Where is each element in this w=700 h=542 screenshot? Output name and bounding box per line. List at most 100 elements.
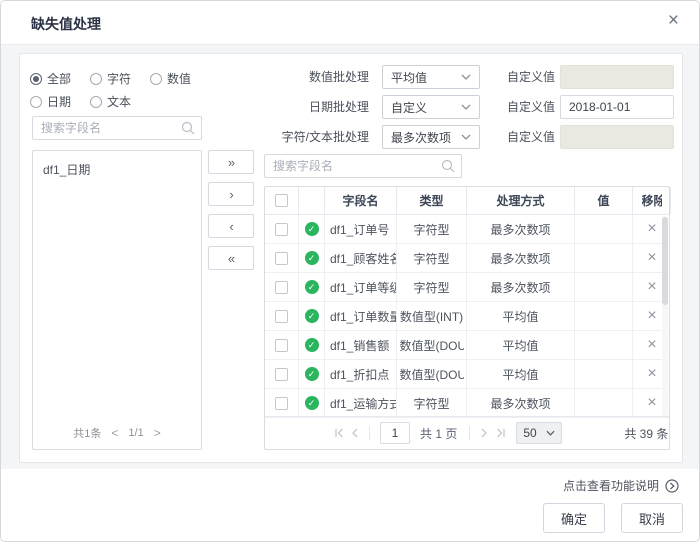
remove-icon[interactable]: × (647, 251, 656, 265)
table-row: ✓ df1_销售额 数值型(DOUBLE) 平均值 × (265, 331, 669, 360)
content-panel: 全部 字符 数值 日期 文本 (19, 53, 683, 463)
radio-char[interactable]: 字符 (90, 70, 150, 87)
circle-arrow-right-icon (665, 479, 679, 493)
radio-label: 字符 (107, 70, 131, 87)
cell-field: df1_订单等级 (325, 273, 397, 301)
radio-date[interactable]: 日期 (30, 93, 90, 110)
status-column-header (299, 187, 325, 214)
table-search-input[interactable] (273, 159, 441, 173)
radio-label: 全部 (47, 70, 71, 87)
cell-field: df1_折扣点 (325, 360, 397, 388)
select-value: 平均值 (391, 69, 427, 86)
radio-icon (90, 73, 102, 85)
table-row: ✓ df1_运输方式 字符型 最多次数项 × (265, 389, 669, 418)
list-item[interactable]: df1_日期 (33, 151, 201, 184)
move-right-button[interactable]: › (208, 182, 254, 206)
char-text-batch-label: 字符/文本批处理 (264, 125, 369, 149)
move-left-button[interactable]: ‹ (208, 214, 254, 238)
radio-icon (30, 96, 42, 108)
dialog-body: 全部 字符 数值 日期 文本 (1, 45, 700, 469)
search-icon (441, 159, 455, 173)
row-checkbox[interactable] (275, 252, 288, 265)
cell-value (575, 215, 633, 243)
value-column-header: 值 (575, 187, 633, 214)
scrollbar-thumb[interactable] (662, 217, 668, 305)
help-link[interactable]: 点击查看功能说明 (563, 477, 679, 494)
cell-type: 数值型(DOUBLE) (397, 360, 467, 388)
chevron-right-icon: › (229, 187, 232, 202)
remove-icon[interactable]: × (647, 367, 656, 381)
select-all-checkbox[interactable] (275, 194, 288, 207)
numeric-batch-select[interactable]: 平均值 (382, 65, 480, 89)
date-custom-value-input[interactable] (560, 95, 674, 119)
remove-icon[interactable]: × (647, 309, 656, 323)
cell-type: 字符型 (397, 273, 467, 301)
chevron-down-icon (546, 430, 555, 436)
date-batch-label: 日期批处理 (264, 95, 369, 119)
prev-page-icon[interactable] (347, 425, 363, 441)
footer-buttons: 确定 取消 (543, 503, 683, 533)
date-batch-select[interactable]: 自定义 (382, 95, 480, 119)
table-row: ✓ df1_订单等级 字符型 最多次数项 × (265, 273, 669, 302)
remove-icon[interactable]: × (647, 280, 656, 294)
close-icon[interactable]: × (668, 11, 679, 31)
total-pages-label: 共 1 页 (420, 425, 457, 442)
page-size-select[interactable]: 50 (516, 422, 562, 444)
search-icon (181, 121, 195, 135)
radio-all[interactable]: 全部 (30, 70, 90, 87)
row-checkbox[interactable] (275, 339, 288, 352)
unselected-fields-list: df1_日期 共1条 < 1/1 > (32, 150, 202, 450)
last-page-icon[interactable] (492, 425, 508, 441)
table-scrollbar[interactable] (662, 216, 668, 417)
method-column-header: 处理方式 (467, 187, 575, 214)
remove-icon[interactable]: × (647, 222, 656, 236)
cell-value (575, 360, 633, 388)
select-value: 最多次数项 (391, 129, 451, 146)
next-page-icon[interactable] (476, 425, 492, 441)
table-row: ✓ df1_订单号 字符型 最多次数项 × (265, 215, 669, 244)
cell-method: 平均值 (467, 302, 575, 330)
remove-icon[interactable]: × (647, 338, 656, 352)
radio-numeric[interactable]: 数值 (150, 70, 210, 87)
custom-value-label: 自定义值 (497, 95, 555, 119)
radio-text[interactable]: 文本 (90, 93, 150, 110)
char-text-batch-select[interactable]: 最多次数项 (382, 125, 480, 149)
cell-type: 字符型 (397, 389, 467, 417)
cell-type: 字符型 (397, 215, 467, 243)
chevron-down-icon (461, 104, 471, 110)
row-checkbox[interactable] (275, 281, 288, 294)
cell-method: 最多次数项 (467, 389, 575, 417)
row-checkbox[interactable] (275, 397, 288, 410)
radio-icon (90, 96, 102, 108)
ok-button[interactable]: 确定 (543, 503, 605, 533)
cell-type: 字符型 (397, 244, 467, 272)
current-page-box[interactable]: 1 (380, 422, 410, 444)
field-type-filter: 全部 字符 数值 日期 文本 (30, 70, 230, 110)
row-checkbox[interactable] (275, 368, 288, 381)
row-checkbox[interactable] (275, 223, 288, 236)
radio-label: 文本 (107, 93, 131, 110)
cancel-button[interactable]: 取消 (621, 503, 683, 533)
list-prev-icon[interactable]: < (111, 426, 118, 440)
dialog-title: 缺失值处理 (31, 14, 101, 34)
move-all-right-button[interactable]: » (208, 150, 254, 174)
dialog-header: 缺失值处理 × (1, 1, 699, 45)
list-pagination: 共1条 < 1/1 > (33, 425, 201, 441)
left-search (32, 116, 202, 140)
left-search-input[interactable] (41, 121, 181, 135)
remove-icon[interactable]: × (647, 396, 656, 410)
check-icon: ✓ (305, 309, 319, 323)
cell-type: 数值型(INT) (397, 302, 467, 330)
cell-value (575, 273, 633, 301)
check-icon: ✓ (305, 367, 319, 381)
move-all-left-button[interactable]: « (208, 246, 254, 270)
cell-field: df1_订单数量 (325, 302, 397, 330)
chevron-left-icon: ‹ (229, 219, 232, 234)
missing-value-dialog: 缺失值处理 × 全部 字符 数值 日期 (0, 0, 700, 542)
divider (469, 426, 470, 440)
cell-method: 最多次数项 (467, 215, 575, 243)
row-checkbox[interactable] (275, 310, 288, 323)
first-page-icon[interactable] (331, 425, 347, 441)
list-next-icon[interactable]: > (154, 426, 161, 440)
check-icon: ✓ (305, 222, 319, 236)
